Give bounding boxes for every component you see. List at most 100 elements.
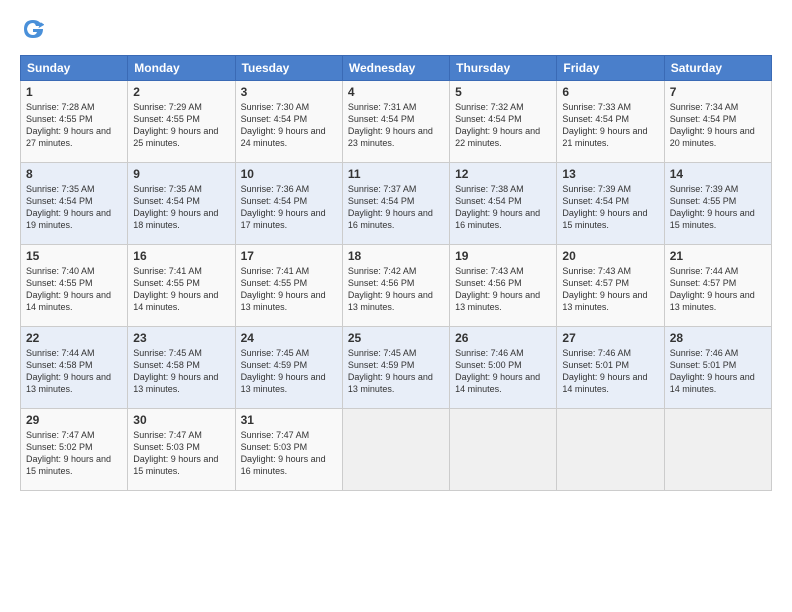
- calendar-cell: 10 Sunrise: 7:36 AMSunset: 4:54 PMDaylig…: [235, 163, 342, 245]
- cell-info: Sunrise: 7:47 AMSunset: 5:03 PMDaylight:…: [241, 430, 326, 476]
- logo-icon: [22, 18, 44, 40]
- page-header: [20, 18, 772, 45]
- day-number: 8: [26, 167, 122, 181]
- calendar-table: SundayMondayTuesdayWednesdayThursdayFrid…: [20, 55, 772, 491]
- day-number: 21: [670, 249, 766, 263]
- cell-info: Sunrise: 7:45 AMSunset: 4:58 PMDaylight:…: [133, 348, 218, 394]
- cell-info: Sunrise: 7:35 AMSunset: 4:54 PMDaylight:…: [133, 184, 218, 230]
- calendar-cell: 28 Sunrise: 7:46 AMSunset: 5:01 PMDaylig…: [664, 327, 771, 409]
- day-number: 16: [133, 249, 229, 263]
- day-of-week-header: Thursday: [450, 56, 557, 81]
- day-number: 28: [670, 331, 766, 345]
- calendar-week-row: 22 Sunrise: 7:44 AMSunset: 4:58 PMDaylig…: [21, 327, 772, 409]
- calendar-week-row: 1 Sunrise: 7:28 AMSunset: 4:55 PMDayligh…: [21, 81, 772, 163]
- cell-info: Sunrise: 7:32 AMSunset: 4:54 PMDaylight:…: [455, 102, 540, 148]
- cell-info: Sunrise: 7:45 AMSunset: 4:59 PMDaylight:…: [241, 348, 326, 394]
- cell-info: Sunrise: 7:37 AMSunset: 4:54 PMDaylight:…: [348, 184, 433, 230]
- calendar-cell: 26 Sunrise: 7:46 AMSunset: 5:00 PMDaylig…: [450, 327, 557, 409]
- cell-info: Sunrise: 7:46 AMSunset: 5:01 PMDaylight:…: [562, 348, 647, 394]
- calendar-cell: 11 Sunrise: 7:37 AMSunset: 4:54 PMDaylig…: [342, 163, 449, 245]
- calendar-cell: 1 Sunrise: 7:28 AMSunset: 4:55 PMDayligh…: [21, 81, 128, 163]
- day-number: 3: [241, 85, 337, 99]
- day-number: 7: [670, 85, 766, 99]
- day-number: 23: [133, 331, 229, 345]
- calendar-cell: 29 Sunrise: 7:47 AMSunset: 5:02 PMDaylig…: [21, 409, 128, 491]
- day-of-week-header: Wednesday: [342, 56, 449, 81]
- calendar-cell: 25 Sunrise: 7:45 AMSunset: 4:59 PMDaylig…: [342, 327, 449, 409]
- day-of-week-header: Saturday: [664, 56, 771, 81]
- cell-info: Sunrise: 7:31 AMSunset: 4:54 PMDaylight:…: [348, 102, 433, 148]
- day-number: 25: [348, 331, 444, 345]
- day-number: 2: [133, 85, 229, 99]
- calendar-cell: 13 Sunrise: 7:39 AMSunset: 4:54 PMDaylig…: [557, 163, 664, 245]
- cell-info: Sunrise: 7:38 AMSunset: 4:54 PMDaylight:…: [455, 184, 540, 230]
- day-number: 22: [26, 331, 122, 345]
- day-number: 10: [241, 167, 337, 181]
- calendar-cell: 17 Sunrise: 7:41 AMSunset: 4:55 PMDaylig…: [235, 245, 342, 327]
- calendar-cell: 7 Sunrise: 7:34 AMSunset: 4:54 PMDayligh…: [664, 81, 771, 163]
- calendar-cell: 14 Sunrise: 7:39 AMSunset: 4:55 PMDaylig…: [664, 163, 771, 245]
- calendar-cell: [664, 409, 771, 491]
- cell-info: Sunrise: 7:34 AMSunset: 4:54 PMDaylight:…: [670, 102, 755, 148]
- calendar-week-row: 8 Sunrise: 7:35 AMSunset: 4:54 PMDayligh…: [21, 163, 772, 245]
- calendar-cell: [557, 409, 664, 491]
- calendar-cell: 16 Sunrise: 7:41 AMSunset: 4:55 PMDaylig…: [128, 245, 235, 327]
- day-number: 1: [26, 85, 122, 99]
- day-of-week-header: Sunday: [21, 56, 128, 81]
- calendar-cell: 24 Sunrise: 7:45 AMSunset: 4:59 PMDaylig…: [235, 327, 342, 409]
- calendar-cell: 5 Sunrise: 7:32 AMSunset: 4:54 PMDayligh…: [450, 81, 557, 163]
- calendar-cell: 19 Sunrise: 7:43 AMSunset: 4:56 PMDaylig…: [450, 245, 557, 327]
- calendar-cell: 27 Sunrise: 7:46 AMSunset: 5:01 PMDaylig…: [557, 327, 664, 409]
- day-number: 12: [455, 167, 551, 181]
- calendar-cell: 4 Sunrise: 7:31 AMSunset: 4:54 PMDayligh…: [342, 81, 449, 163]
- calendar-cell: 12 Sunrise: 7:38 AMSunset: 4:54 PMDaylig…: [450, 163, 557, 245]
- calendar-cell: 31 Sunrise: 7:47 AMSunset: 5:03 PMDaylig…: [235, 409, 342, 491]
- day-number: 9: [133, 167, 229, 181]
- day-number: 24: [241, 331, 337, 345]
- cell-info: Sunrise: 7:44 AMSunset: 4:58 PMDaylight:…: [26, 348, 111, 394]
- day-number: 29: [26, 413, 122, 427]
- calendar-cell: 23 Sunrise: 7:45 AMSunset: 4:58 PMDaylig…: [128, 327, 235, 409]
- day-number: 20: [562, 249, 658, 263]
- calendar-cell: 22 Sunrise: 7:44 AMSunset: 4:58 PMDaylig…: [21, 327, 128, 409]
- cell-info: Sunrise: 7:41 AMSunset: 4:55 PMDaylight:…: [241, 266, 326, 312]
- cell-info: Sunrise: 7:45 AMSunset: 4:59 PMDaylight:…: [348, 348, 433, 394]
- calendar-cell: [342, 409, 449, 491]
- cell-info: Sunrise: 7:46 AMSunset: 5:00 PMDaylight:…: [455, 348, 540, 394]
- day-number: 19: [455, 249, 551, 263]
- day-number: 18: [348, 249, 444, 263]
- cell-info: Sunrise: 7:47 AMSunset: 5:02 PMDaylight:…: [26, 430, 111, 476]
- page-container: SundayMondayTuesdayWednesdayThursdayFrid…: [0, 0, 792, 501]
- cell-info: Sunrise: 7:28 AMSunset: 4:55 PMDaylight:…: [26, 102, 111, 148]
- day-of-week-header: Tuesday: [235, 56, 342, 81]
- calendar-cell: 9 Sunrise: 7:35 AMSunset: 4:54 PMDayligh…: [128, 163, 235, 245]
- calendar-week-row: 29 Sunrise: 7:47 AMSunset: 5:02 PMDaylig…: [21, 409, 772, 491]
- cell-info: Sunrise: 7:40 AMSunset: 4:55 PMDaylight:…: [26, 266, 111, 312]
- cell-info: Sunrise: 7:39 AMSunset: 4:54 PMDaylight:…: [562, 184, 647, 230]
- cell-info: Sunrise: 7:43 AMSunset: 4:57 PMDaylight:…: [562, 266, 647, 312]
- day-number: 30: [133, 413, 229, 427]
- calendar-cell: 18 Sunrise: 7:42 AMSunset: 4:56 PMDaylig…: [342, 245, 449, 327]
- calendar-cell: 6 Sunrise: 7:33 AMSunset: 4:54 PMDayligh…: [557, 81, 664, 163]
- cell-info: Sunrise: 7:36 AMSunset: 4:54 PMDaylight:…: [241, 184, 326, 230]
- calendar-cell: 3 Sunrise: 7:30 AMSunset: 4:54 PMDayligh…: [235, 81, 342, 163]
- day-number: 4: [348, 85, 444, 99]
- logo: [20, 18, 48, 45]
- cell-info: Sunrise: 7:46 AMSunset: 5:01 PMDaylight:…: [670, 348, 755, 394]
- calendar-cell: [450, 409, 557, 491]
- day-number: 11: [348, 167, 444, 181]
- cell-info: Sunrise: 7:43 AMSunset: 4:56 PMDaylight:…: [455, 266, 540, 312]
- cell-info: Sunrise: 7:33 AMSunset: 4:54 PMDaylight:…: [562, 102, 647, 148]
- cell-info: Sunrise: 7:35 AMSunset: 4:54 PMDaylight:…: [26, 184, 111, 230]
- calendar-cell: 2 Sunrise: 7:29 AMSunset: 4:55 PMDayligh…: [128, 81, 235, 163]
- calendar-week-row: 15 Sunrise: 7:40 AMSunset: 4:55 PMDaylig…: [21, 245, 772, 327]
- day-number: 14: [670, 167, 766, 181]
- cell-info: Sunrise: 7:29 AMSunset: 4:55 PMDaylight:…: [133, 102, 218, 148]
- cell-info: Sunrise: 7:42 AMSunset: 4:56 PMDaylight:…: [348, 266, 433, 312]
- day-number: 26: [455, 331, 551, 345]
- calendar-cell: 15 Sunrise: 7:40 AMSunset: 4:55 PMDaylig…: [21, 245, 128, 327]
- cell-info: Sunrise: 7:39 AMSunset: 4:55 PMDaylight:…: [670, 184, 755, 230]
- day-number: 5: [455, 85, 551, 99]
- cell-info: Sunrise: 7:44 AMSunset: 4:57 PMDaylight:…: [670, 266, 755, 312]
- day-of-week-header: Friday: [557, 56, 664, 81]
